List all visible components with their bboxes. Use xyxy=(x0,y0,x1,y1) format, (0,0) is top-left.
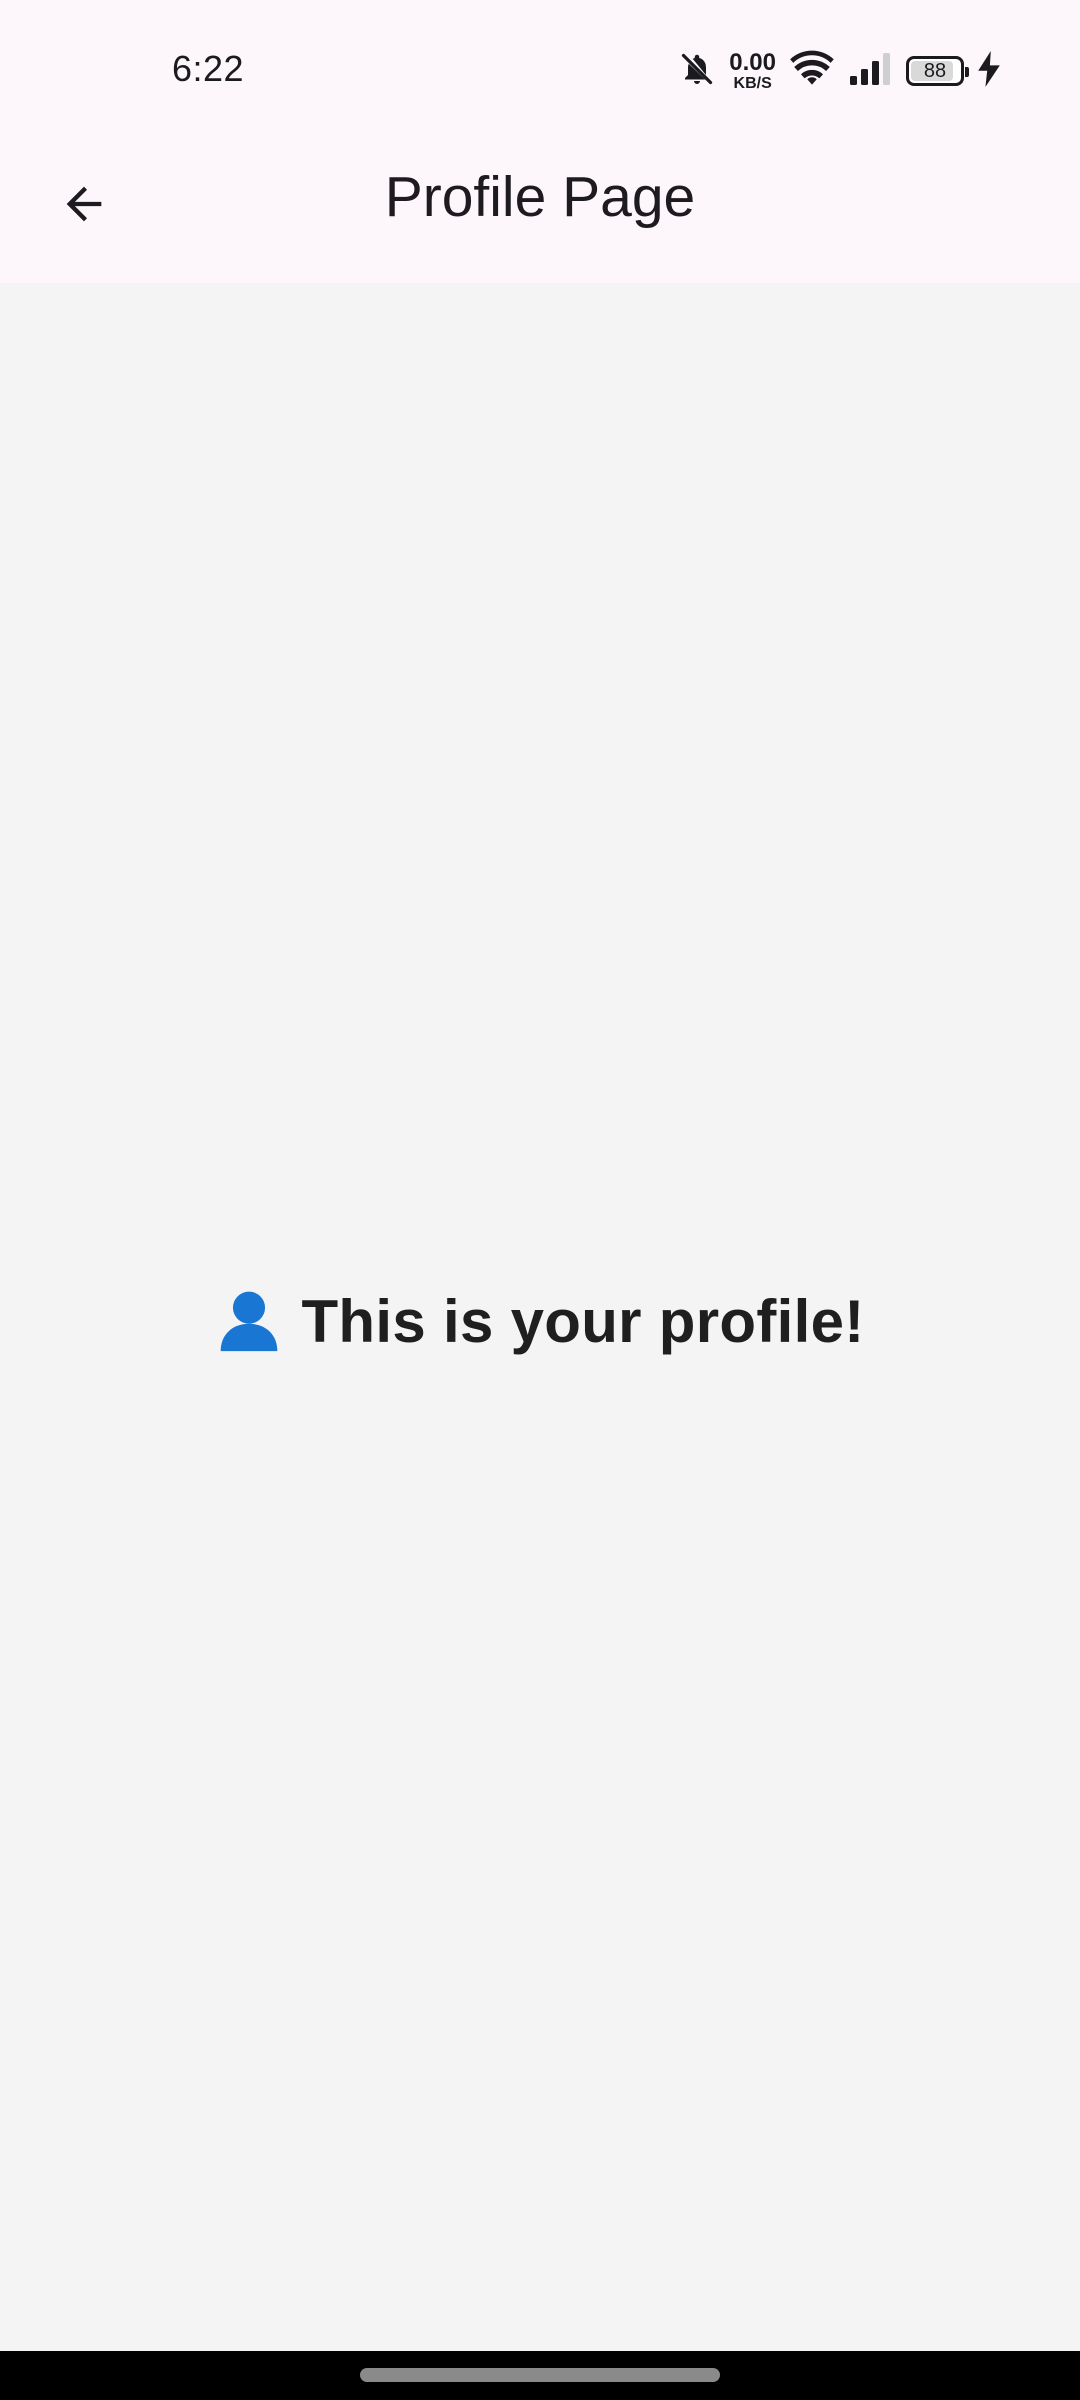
app-bar: Profile Page xyxy=(0,130,1080,283)
status-icons: 0.00 KB/S 88 xyxy=(679,46,1000,96)
page-title: Profile Page xyxy=(384,165,696,229)
bell-off-icon xyxy=(679,51,715,92)
status-time: 6:22 xyxy=(172,48,245,89)
person-icon xyxy=(215,1285,283,1358)
screen: 6:22 0.00 KB/S 88 Profile Page This is y… xyxy=(0,0,1080,2400)
profile-message: This is your profile! xyxy=(0,1285,1080,1358)
battery-level: 88 xyxy=(923,59,947,82)
home-indicator[interactable] xyxy=(360,2368,720,2382)
network-speed: 0.00 KB/S xyxy=(729,48,776,92)
wifi-icon xyxy=(790,50,834,93)
signal-icon xyxy=(848,52,892,91)
network-speed-unit: KB/S xyxy=(733,74,772,92)
navigation-bar xyxy=(0,2351,1080,2400)
network-speed-value: 0.00 xyxy=(729,48,776,76)
charging-icon xyxy=(978,50,1000,92)
profile-content: This is your profile! xyxy=(0,283,1080,2351)
battery-icon: 88 xyxy=(906,56,969,86)
profile-message-text: This is your profile! xyxy=(301,1288,865,1355)
status-bar: 6:22 0.00 KB/S 88 xyxy=(0,0,1080,130)
